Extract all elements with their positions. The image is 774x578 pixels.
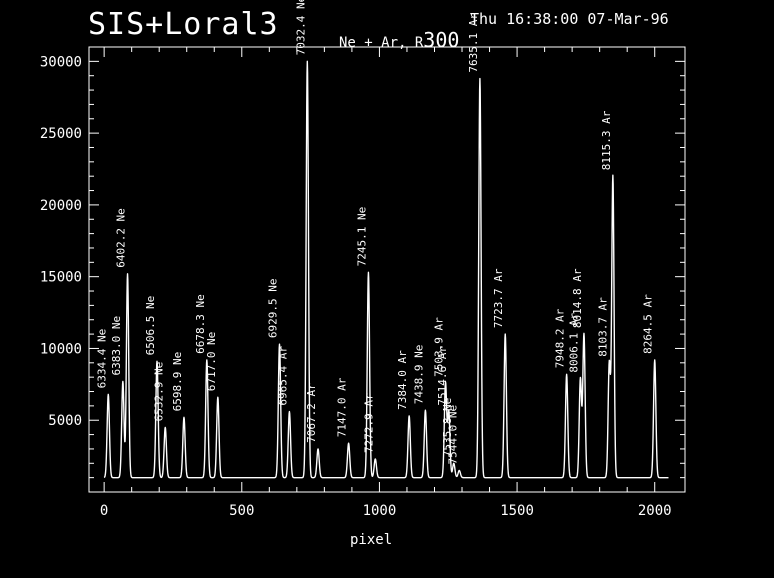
plot-frame [88,46,686,493]
peak-label: 7438.9 Ne [412,345,425,405]
x-tick-label: 1500 [500,503,534,519]
peak-label: 6598.9 Ne [171,352,184,412]
peak-label: 7635.1 Ar [467,13,480,73]
peak-label: 8103.7 Ar [596,297,609,357]
y-tick-label: 5000 [48,413,82,429]
peak-label: 7032.4 Ne [294,0,307,55]
y-tick-label: 20000 [40,198,82,214]
peak-label: 6383.0 Ne [110,316,123,376]
peak-label: 6717.0 Ne [205,332,218,392]
peak-label: 6506.5 Ne [144,296,157,356]
y-tick-label: 10000 [40,341,82,357]
peak-label: 7245.1 Ne [355,207,368,267]
peak-label: 6402.2 Ne [115,208,128,268]
peak-label: 6965.4 Ar [276,346,289,406]
peak-label: 7384.0 Ar [396,350,409,410]
peak-label: 7948.2 Ar [554,308,567,368]
x-tick-label: 1000 [363,503,397,519]
x-tick-label: 500 [229,503,254,519]
peak-label: 7723.7 Ar [492,268,505,328]
peak-label: 6929.5 Ne [267,278,280,338]
y-tick-label: 30000 [40,54,82,70]
peak-label: 6334.4 Ne [95,329,108,389]
peak-label: 7147.0 Ar [336,377,349,437]
x-axis-label: pixel [350,532,393,548]
peak-label: 7544.0 Ne [446,405,459,465]
spectrum-plot: 0 500 1000 1500 2000 5000 10000 15000 20000 25000… [40,0,686,519]
peak-label: 8115.3 Ar [600,110,613,170]
peak-label: 8264.5 Ar [642,294,655,354]
peak-label: 8014.8 Ar [571,268,584,328]
x-tick-label: 2000 [638,503,672,519]
peak-label: 6532.9 Ne [152,362,165,422]
y-tick-label: 15000 [40,270,82,286]
peak-label: 7272.9 Ar [362,393,375,453]
y-tick-label: 25000 [40,126,82,142]
peak-label: 7514.6 Ar [436,346,449,406]
x-tick-label: 0 [100,503,108,519]
peak-label: 7067.2 Ar [305,383,318,443]
